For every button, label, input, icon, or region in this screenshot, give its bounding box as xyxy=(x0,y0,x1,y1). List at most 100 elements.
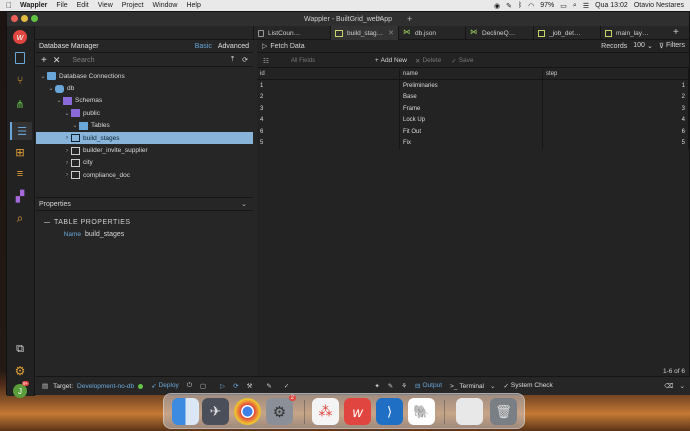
clear-icon[interactable]: ⌫ xyxy=(664,382,673,390)
cell-step[interactable]: 2 xyxy=(543,91,689,103)
chevron-down-icon[interactable]: ⌄ xyxy=(71,122,79,129)
chevron-down-icon[interactable]: ⌄ xyxy=(490,382,495,390)
wifi-icon[interactable]: ◠ xyxy=(528,2,534,10)
mode-basic-button[interactable]: Basic xyxy=(195,43,212,50)
extensions-icon[interactable]: ⧉ xyxy=(13,342,27,356)
postgres-icon[interactable]: 🐘 xyxy=(408,398,435,425)
hammer-icon[interactable]: ⚒ xyxy=(247,382,253,390)
wappler-logo[interactable]: w xyxy=(13,30,27,44)
cell-step[interactable]: 5 xyxy=(543,137,689,149)
system-settings-icon[interactable]: ⚙ 2 xyxy=(266,395,296,425)
apple-icon[interactable]:  xyxy=(6,1,12,10)
clock[interactable]: Qua 13:02 xyxy=(595,2,628,9)
chrome-status-icon[interactable]: ◉ xyxy=(494,2,500,10)
tree-item-compliance-doc[interactable]: › compliance_doc xyxy=(36,169,253,181)
all-fields-input[interactable]: All Fields xyxy=(291,58,361,64)
target-select[interactable]: Development-no-db xyxy=(77,383,134,390)
asana-icon[interactable]: ⁂ xyxy=(312,398,339,425)
filters-button[interactable]: ⊽ Filters xyxy=(659,42,685,50)
table-row[interactable]: 4 Lock Up 4 xyxy=(257,114,689,126)
tree-item-connections[interactable]: ⌄ Database Connections xyxy=(36,70,253,82)
chrome-icon[interactable] xyxy=(234,398,261,425)
tab-listcount[interactable]: ListCoun… xyxy=(253,26,330,40)
tab-declineq[interactable]: ⋈ DeclineQ… xyxy=(465,26,533,40)
cell-name[interactable]: Lock Up xyxy=(400,114,543,126)
check-status-icon[interactable]: ✓ xyxy=(284,382,289,390)
resources-icon[interactable]: ≡ xyxy=(13,167,27,181)
close-window-button[interactable] xyxy=(11,15,18,22)
chevron-right-icon[interactable]: › xyxy=(63,135,71,141)
save-button[interactable]: ✓ Save xyxy=(451,57,473,65)
tree-item-city[interactable]: › city xyxy=(36,157,253,169)
mode-advanced-button[interactable]: Advanced xyxy=(218,43,249,50)
settings-gear-icon[interactable]: ⚙ xyxy=(13,364,27,378)
finder-icon[interactable] xyxy=(172,398,199,425)
tab-close-icon[interactable]: ✕ xyxy=(388,29,394,37)
upload-icon[interactable]: ⤒ xyxy=(231,56,234,64)
git-icon[interactable]: ⑂ xyxy=(13,74,27,88)
tree-item-schemas[interactable]: ⌄ Schemas xyxy=(36,95,253,107)
menu-view[interactable]: View xyxy=(98,2,113,9)
search-panel-icon[interactable]: ⌕ xyxy=(13,211,27,225)
tab-build-stages[interactable]: build_stag… ✕ xyxy=(330,26,398,40)
table-row[interactable]: 6 Fit Out 6 xyxy=(257,126,689,138)
cell-step[interactable]: 6 xyxy=(543,126,689,138)
column-header-id[interactable]: id xyxy=(257,69,400,79)
tree-item-db[interactable]: ⌄ db xyxy=(36,82,253,94)
cell-step[interactable]: 1 xyxy=(543,80,689,92)
cell-step[interactable]: 4 xyxy=(543,114,689,126)
menu-file[interactable]: File xyxy=(56,2,67,9)
zoom-window-button[interactable] xyxy=(31,15,38,22)
chevron-down-icon[interactable]: ⌄ xyxy=(241,200,247,208)
chevron-down-icon[interactable]: ⌄ xyxy=(55,97,63,104)
cell-id[interactable]: 3 xyxy=(257,103,400,115)
table-row[interactable]: 1 Preliminaries 1 xyxy=(257,80,689,92)
new-tab-button[interactable]: + xyxy=(673,27,679,38)
cell-id[interactable]: 6 xyxy=(257,126,400,138)
chevron-right-icon[interactable]: › xyxy=(63,160,71,166)
bluetooth-icon[interactable]: ᛒ xyxy=(518,2,522,9)
remove-icon[interactable]: ✕ xyxy=(53,55,61,66)
document-icon[interactable] xyxy=(456,398,483,425)
pages-icon[interactable] xyxy=(13,51,27,65)
sparkles-icon[interactable]: ✦ xyxy=(374,382,379,390)
cell-name[interactable]: Frame xyxy=(400,103,543,115)
refresh-run-icon[interactable]: ⟳ xyxy=(233,382,238,390)
collapse-icon[interactable]: ⌄ xyxy=(680,382,685,390)
tree-item-tables[interactable]: ⌄ Tables xyxy=(36,120,253,132)
control-center-icon[interactable]: ☰ xyxy=(583,2,589,10)
properties-header[interactable]: Properties ⌄ xyxy=(36,198,253,211)
wappler-dock-icon[interactable]: w xyxy=(344,398,371,425)
pen-tool-icon[interactable]: ✎ xyxy=(388,382,393,390)
avatar[interactable]: J 9+ xyxy=(13,381,30,398)
column-header-step[interactable]: step xyxy=(543,69,689,79)
cell-id[interactable]: 4 xyxy=(257,114,400,126)
table-row[interactable]: 5 Fix 5 xyxy=(257,137,689,149)
table-row[interactable]: 3 Frame 3 xyxy=(257,103,689,115)
delete-button[interactable]: ✕ Delete xyxy=(415,57,441,65)
paint-icon[interactable]: ⚘ xyxy=(401,382,407,390)
tree-item-builder-invite-supplier[interactable]: › builder_invite_supplier xyxy=(36,144,253,156)
menu-project[interactable]: Project xyxy=(122,2,144,9)
refresh-icon[interactable]: ⟳ xyxy=(242,56,248,64)
fetch-data-button[interactable]: ▷ Fetch Data xyxy=(262,42,305,51)
deploy-button[interactable]: ➶ Deploy xyxy=(151,382,179,390)
cell-step[interactable]: 3 xyxy=(543,103,689,115)
terminal-tab[interactable]: >_ Terminal xyxy=(450,383,484,390)
chevron-down-icon[interactable]: ⌄ xyxy=(39,73,47,80)
tab-db-json[interactable]: ⋈ db.json xyxy=(398,26,465,40)
cell-name[interactable]: Fix xyxy=(400,137,543,149)
stop-icon[interactable]: ▢ xyxy=(200,382,206,390)
chevron-down-icon[interactable]: ⌄ xyxy=(63,110,71,117)
trash-icon[interactable]: 🗑 xyxy=(490,398,517,425)
menu-app[interactable]: Wappler xyxy=(20,2,47,9)
battery-percent[interactable]: 97% xyxy=(540,2,554,9)
cell-id[interactable]: 2 xyxy=(257,91,400,103)
chevron-down-icon[interactable]: ⌄ xyxy=(47,85,55,92)
system-check-button[interactable]: ✓ System Check xyxy=(503,382,552,390)
run-icon[interactable]: ▷ xyxy=(220,382,225,390)
chevron-right-icon[interactable]: › xyxy=(63,148,71,154)
power-icon[interactable]: ⏻ xyxy=(187,382,192,390)
cell-id[interactable]: 1 xyxy=(257,80,400,92)
tab-main-layout[interactable]: main_lay… xyxy=(600,26,670,40)
